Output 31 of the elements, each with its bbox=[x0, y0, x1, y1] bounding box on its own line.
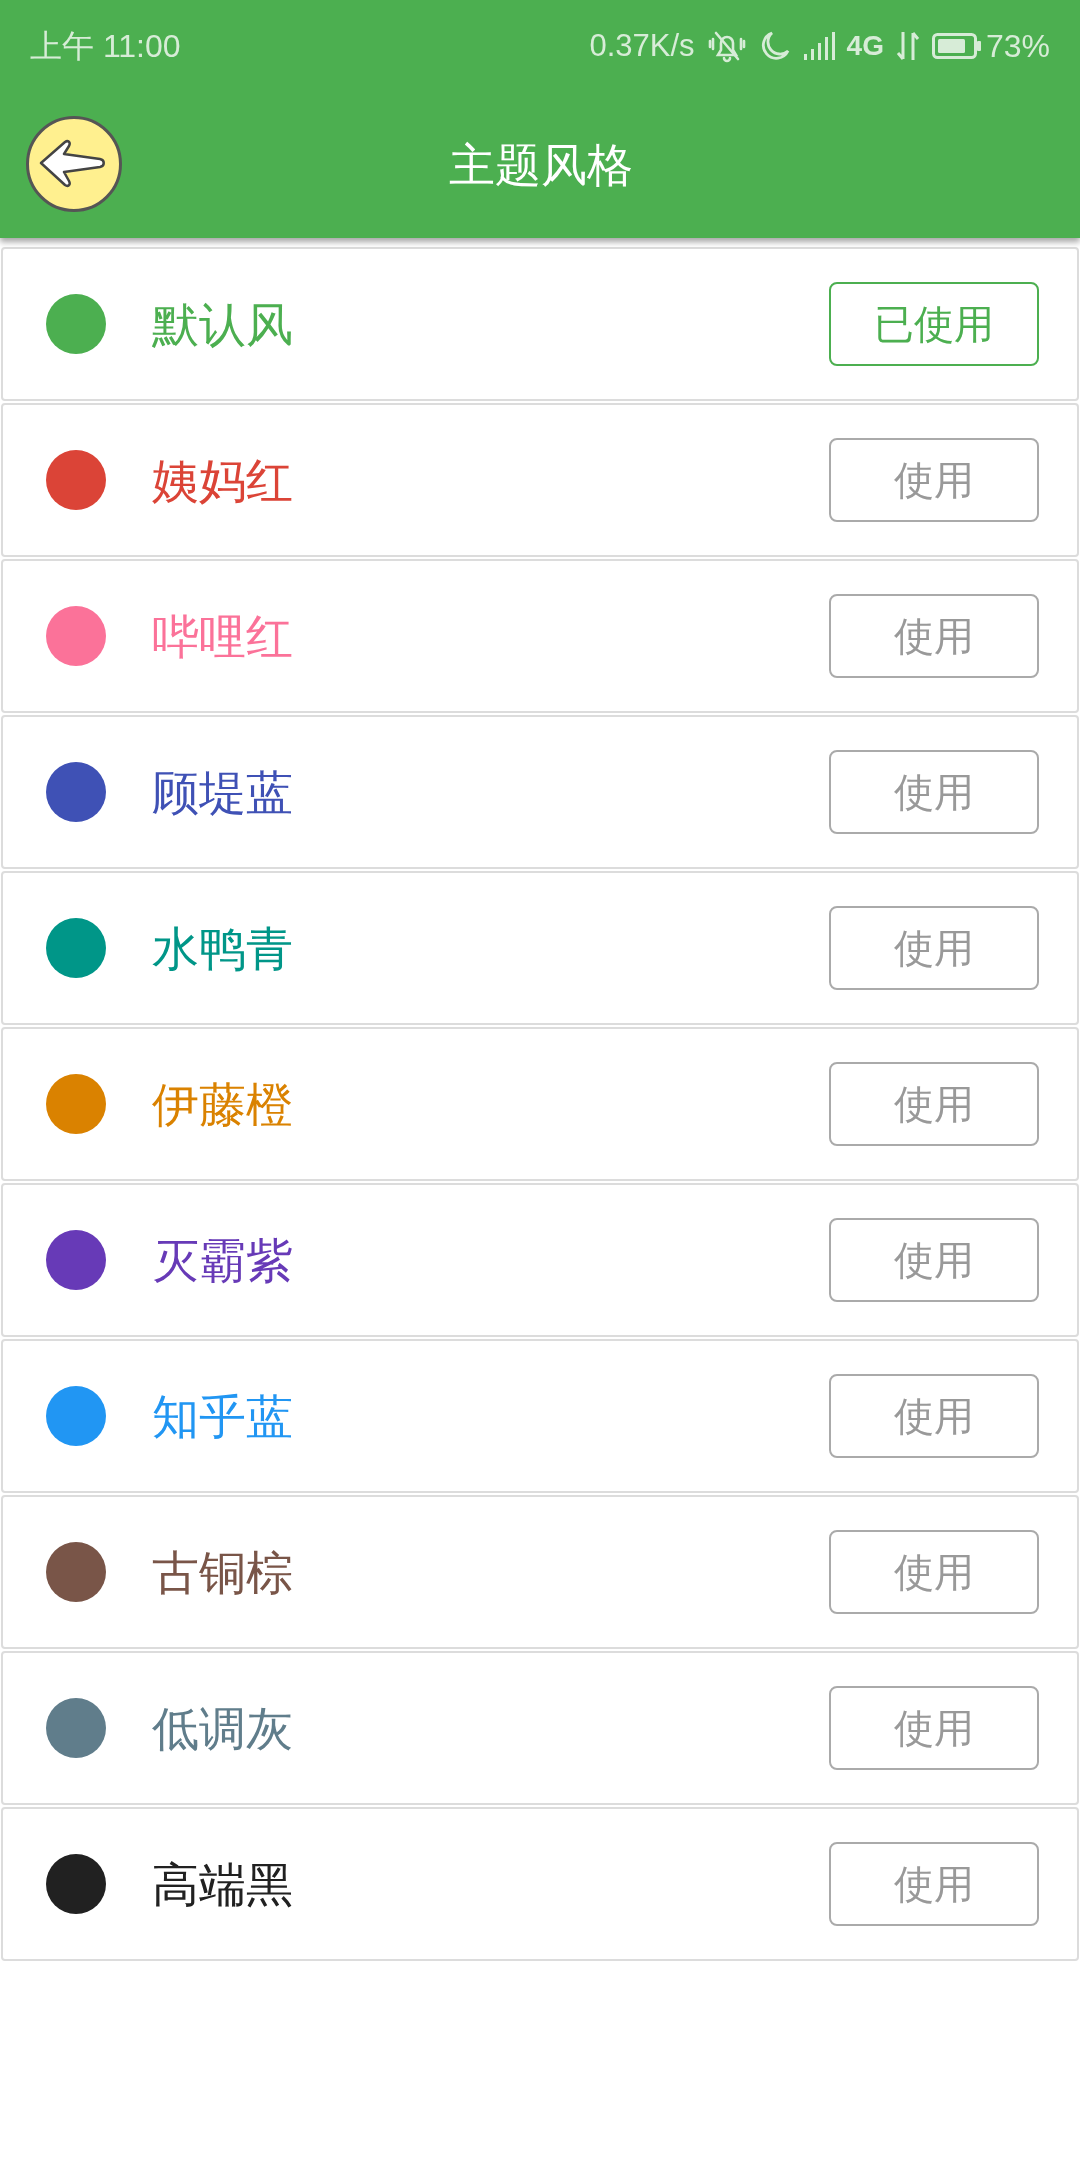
theme-name: 伊藤橙 bbox=[152, 1080, 293, 1128]
page-title: 主题风格 bbox=[449, 137, 633, 193]
use-theme-button[interactable]: 使用 bbox=[829, 438, 1039, 522]
battery-percent: 73% bbox=[985, 27, 1050, 66]
use-theme-button[interactable]: 使用 bbox=[829, 1530, 1039, 1614]
theme-name: 默认风 bbox=[152, 300, 293, 348]
theme-name: 高端黑 bbox=[152, 1860, 293, 1908]
network-speed: 0.37K/s bbox=[589, 26, 695, 65]
theme-name: 姨妈红 bbox=[152, 456, 293, 504]
use-theme-button[interactable]: 使用 bbox=[829, 906, 1039, 990]
use-theme-button[interactable]: 使用 bbox=[829, 1062, 1039, 1146]
theme-name: 低调灰 bbox=[152, 1704, 293, 1752]
theme-name: 水鸭青 bbox=[152, 924, 293, 972]
theme-name: 顾堤蓝 bbox=[152, 768, 293, 816]
use-theme-button[interactable]: 使用 bbox=[829, 594, 1039, 678]
back-arrow-icon bbox=[38, 139, 106, 189]
use-theme-button[interactable]: 使用 bbox=[829, 750, 1039, 834]
use-theme-button[interactable]: 使用 bbox=[829, 1686, 1039, 1770]
theme-name: 哔哩红 bbox=[152, 612, 293, 660]
theme-name: 知乎蓝 bbox=[152, 1392, 293, 1440]
use-theme-button[interactable]: 使用 bbox=[829, 1374, 1039, 1458]
theme-name: 灭霸紫 bbox=[152, 1236, 293, 1284]
theme-name: 古铜棕 bbox=[152, 1548, 293, 1596]
signal-bars-icon bbox=[802, 32, 835, 60]
status-time: 上午 11:00 bbox=[30, 27, 181, 66]
network-type: 4G bbox=[846, 29, 884, 63]
data-arrows-icon bbox=[895, 30, 920, 62]
battery-icon bbox=[931, 33, 982, 59]
use-theme-button[interactable]: 使用 bbox=[829, 1842, 1039, 1926]
use-theme-button[interactable]: 已使用 bbox=[829, 282, 1039, 366]
use-theme-button[interactable]: 使用 bbox=[829, 1218, 1039, 1302]
